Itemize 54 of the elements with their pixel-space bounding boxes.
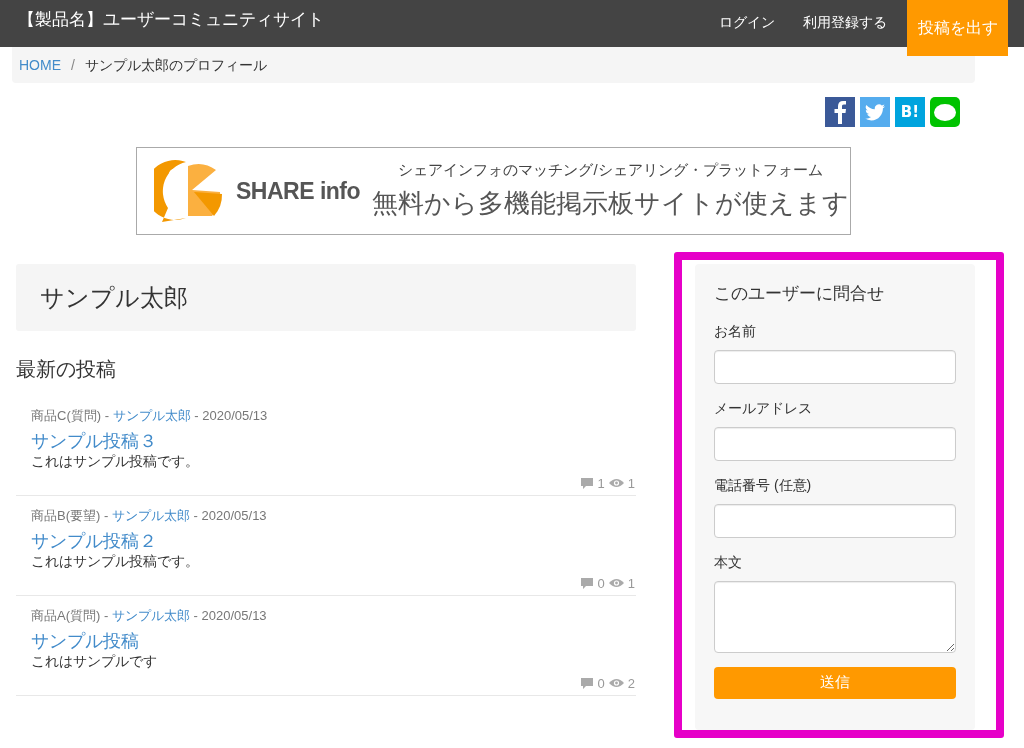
post-title-link[interactable]: サンプル投稿 bbox=[31, 629, 636, 652]
comment-icon bbox=[579, 476, 594, 490]
field-label: メールアドレス bbox=[714, 398, 813, 418]
profile-name: サンプル太郎 bbox=[40, 282, 188, 313]
speech-bubble-icon bbox=[934, 103, 956, 121]
section-heading: 最新の投稿 bbox=[16, 357, 117, 382]
message-field[interactable] bbox=[714, 580, 956, 653]
nav-link[interactable]: ログイン bbox=[705, 11, 789, 33]
bird-icon bbox=[865, 103, 885, 121]
view-count: 1 bbox=[627, 574, 635, 593]
breadcrumb-link[interactable]: HOME bbox=[19, 54, 61, 76]
f-logo-icon bbox=[833, 100, 847, 124]
comment-icon bbox=[579, 676, 594, 690]
comment-count: 0 bbox=[597, 574, 605, 593]
post-title-link[interactable]: サンプル投稿３ bbox=[31, 429, 636, 452]
post-excerpt: これはサンプル投稿です。 bbox=[31, 451, 200, 470]
hatena-share-button[interactable]: B! bbox=[895, 97, 925, 127]
eye-icon bbox=[608, 478, 624, 489]
post-button[interactable]: 投稿を出す bbox=[907, 0, 1008, 56]
field-label: お名前 bbox=[714, 321, 757, 341]
post-excerpt: これはサンプルです bbox=[31, 651, 158, 670]
brand-name: SHARE info bbox=[236, 176, 361, 206]
post-meta: 商品A(質問) - サンプル太郎 - 2020/05/13 bbox=[31, 607, 268, 625]
nav-link[interactable]: 利用登録する bbox=[789, 11, 901, 33]
post-title-link[interactable]: サンプル投稿２ bbox=[31, 529, 636, 552]
breadcrumb-separator: / bbox=[70, 55, 76, 75]
chat-bubble-logo-icon bbox=[154, 158, 224, 224]
author-link[interactable]: サンプル太郎 bbox=[111, 608, 190, 623]
twitter-share-button[interactable] bbox=[860, 97, 890, 127]
line-share-button[interactable] bbox=[930, 97, 960, 127]
submit-button[interactable]: 送信 bbox=[714, 666, 956, 699]
eye-icon bbox=[608, 578, 624, 589]
input-field[interactable] bbox=[714, 426, 956, 461]
post-excerpt: これはサンプル投稿です。 bbox=[31, 551, 200, 570]
banner-tagline: シェアインフォのマッチング/シェアリング・プラットフォーム bbox=[398, 160, 823, 181]
post-meta: 商品B(要望) - サンプル太郎 - 2020/05/13 bbox=[31, 507, 268, 525]
author-link[interactable]: サンプル太郎 bbox=[111, 508, 190, 523]
comment-icon bbox=[579, 576, 594, 590]
field-label: 電話番号 (任意) bbox=[714, 475, 813, 495]
facebook-share-button[interactable] bbox=[825, 97, 855, 127]
author-link[interactable]: サンプル太郎 bbox=[112, 408, 191, 423]
field-label: 本文 bbox=[714, 552, 743, 572]
comment-count: 1 bbox=[597, 474, 605, 493]
comment-count: 0 bbox=[597, 674, 605, 693]
input-field[interactable] bbox=[714, 503, 956, 538]
post-meta: 商品C(質問) - サンプル太郎 - 2020/05/13 bbox=[31, 407, 269, 425]
view-count: 2 bbox=[627, 674, 635, 693]
input-field[interactable] bbox=[714, 349, 956, 384]
breadcrumb-current: サンプル太郎のプロフィール bbox=[84, 55, 267, 75]
contact-title: このユーザーに問合せ bbox=[714, 283, 885, 305]
view-count: 1 bbox=[627, 474, 635, 493]
site-title: 【製品名】ユーザーコミュニティサイト bbox=[18, 9, 324, 31]
eye-icon bbox=[608, 678, 624, 689]
banner-headline: 無料から多機能掲示板サイトが使えます bbox=[372, 186, 850, 220]
